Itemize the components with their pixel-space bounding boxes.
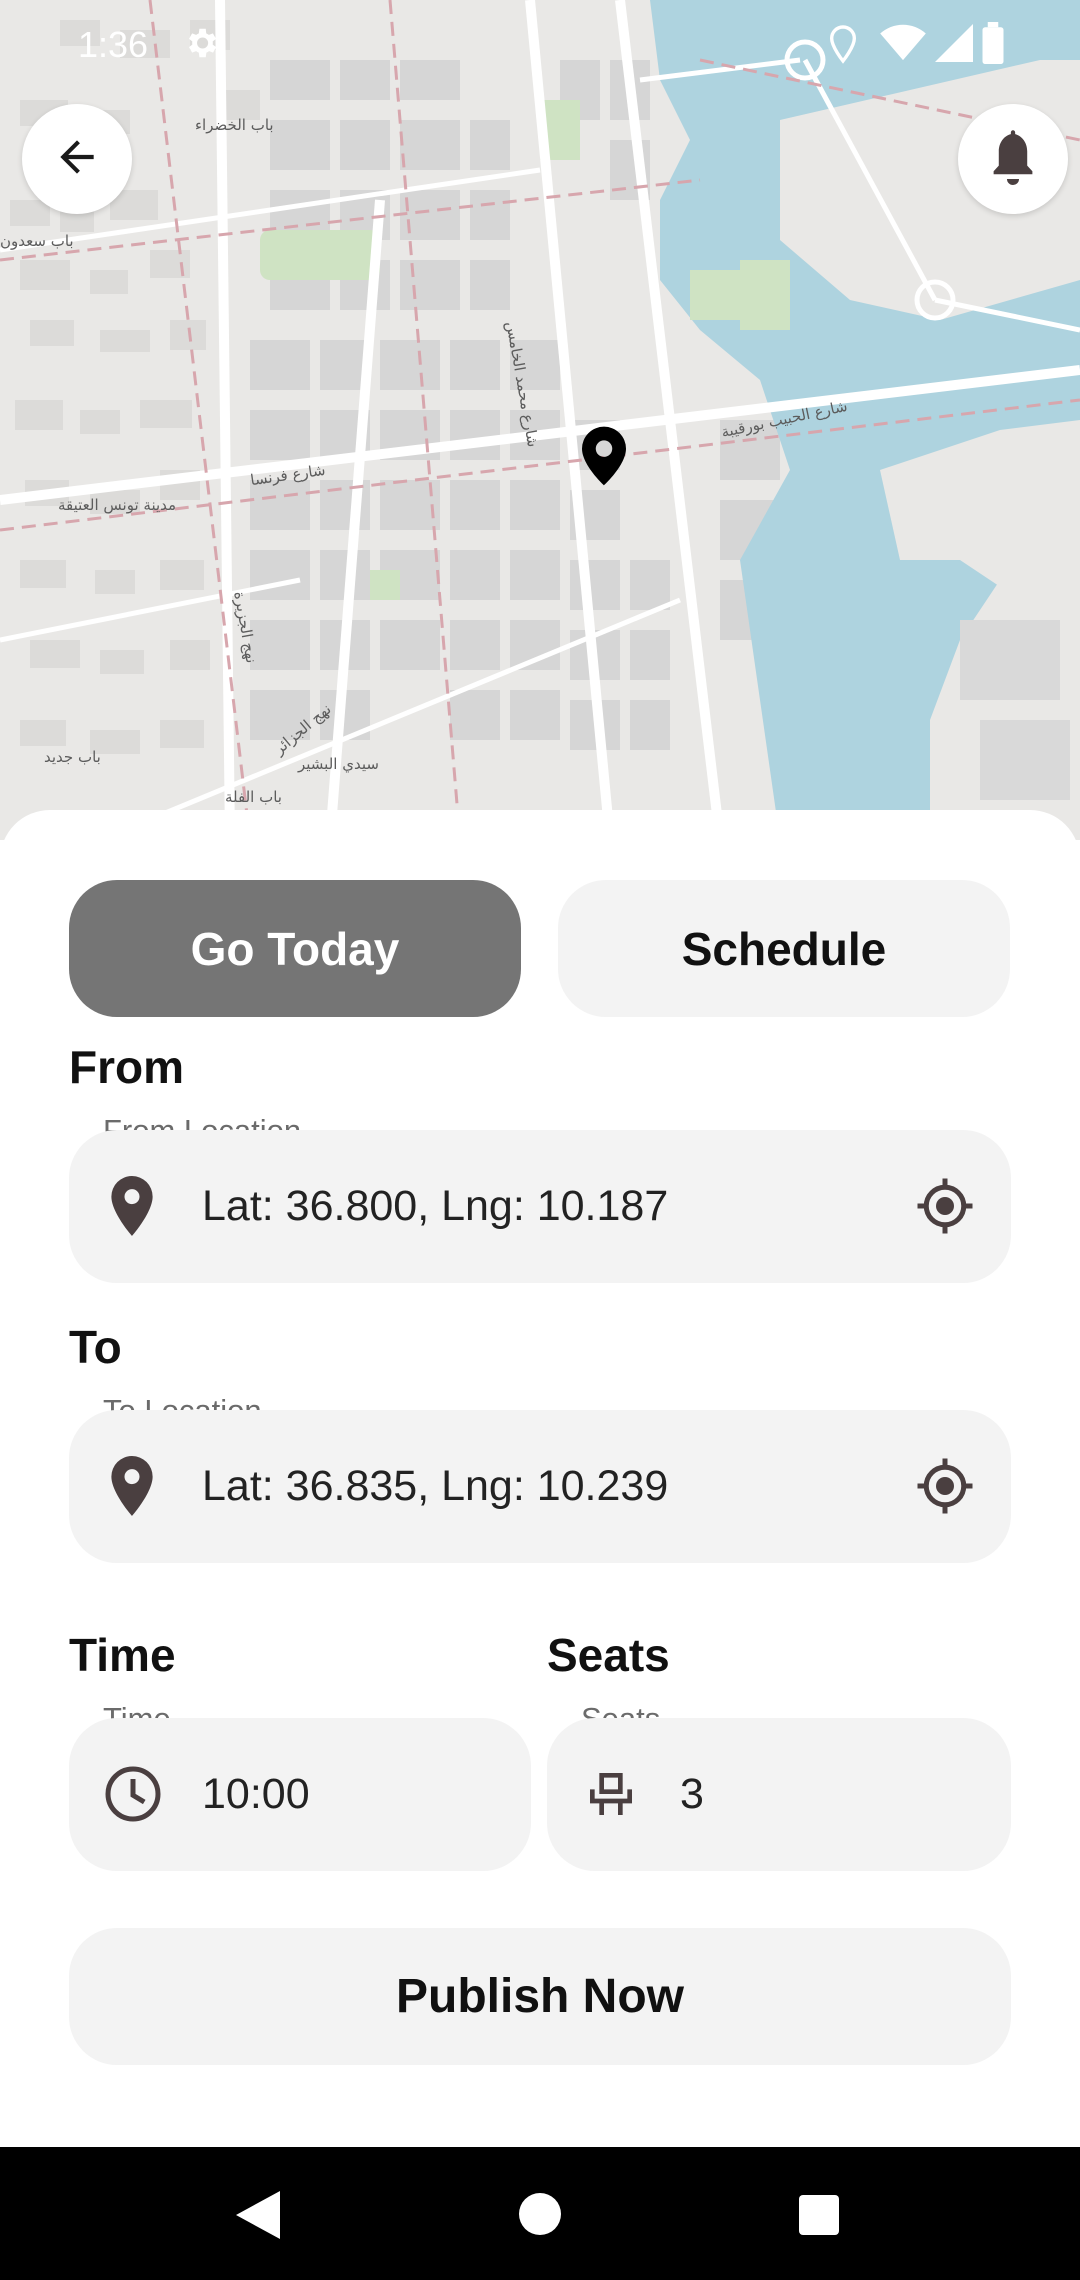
arrow-left-icon — [52, 132, 102, 187]
clock-icon — [103, 1764, 163, 1824]
map-label: باب الفلة — [225, 788, 282, 806]
from-location-field[interactable]: Lat: 36.800, Lng: 10.187 — [69, 1130, 1011, 1283]
location-status-icon — [826, 24, 860, 69]
go-today-tab[interactable]: Go Today — [69, 880, 521, 1017]
schedule-tab[interactable]: Schedule — [558, 880, 1010, 1017]
time-field[interactable]: 10:00 — [69, 1718, 531, 1871]
time-section-title: Time — [69, 1629, 176, 1681]
to-location-field[interactable]: Lat: 36.835, Lng: 10.239 — [69, 1410, 1011, 1563]
seats-section-title: Seats — [547, 1629, 670, 1681]
to-section-title: To — [69, 1321, 122, 1373]
location-pin-icon — [109, 1456, 155, 1516]
from-section-title: From — [69, 1041, 184, 1093]
seats-field[interactable]: 3 — [547, 1718, 1011, 1871]
map-view[interactable]: باب الخضراء باب سعدون شارع محمد الخامس ش… — [0, 0, 1080, 840]
my-location-icon[interactable] — [915, 1456, 975, 1516]
map-label: باب جديد — [44, 748, 101, 766]
map-pin-icon[interactable] — [582, 426, 626, 491]
map-label: باب الخضراء — [195, 116, 274, 134]
wifi-icon — [880, 24, 926, 67]
location-pin-icon — [109, 1176, 155, 1236]
seat-icon — [583, 1766, 639, 1822]
system-nav-bar — [0, 2147, 1080, 2280]
signal-icon — [934, 24, 974, 67]
nav-home-icon[interactable] — [519, 2193, 561, 2240]
notifications-button[interactable] — [958, 104, 1068, 214]
seats-value: 3 — [680, 1770, 704, 1818]
back-button[interactable] — [22, 104, 132, 214]
nav-recents-icon[interactable] — [799, 2195, 839, 2240]
status-time: 1:36 — [78, 24, 149, 65]
time-value: 10:00 — [202, 1770, 310, 1818]
publish-now-button[interactable]: Publish Now — [69, 1928, 1011, 2065]
map-label: باب سعدون — [0, 232, 74, 250]
map-label: سيدي البشير — [298, 755, 379, 773]
settings-icon — [182, 24, 220, 67]
map-canvas — [0, 0, 1080, 840]
status-bar: 1:36 — [0, 0, 1080, 90]
bell-icon — [987, 129, 1039, 190]
nav-back-icon[interactable] — [236, 2191, 280, 2244]
from-location-value: Lat: 36.800, Lng: 10.187 — [202, 1182, 669, 1230]
my-location-icon[interactable] — [915, 1176, 975, 1236]
to-location-value: Lat: 36.835, Lng: 10.239 — [202, 1462, 669, 1510]
map-label: مدينة تونس العتيقة — [58, 496, 177, 514]
battery-icon — [982, 22, 1004, 69]
